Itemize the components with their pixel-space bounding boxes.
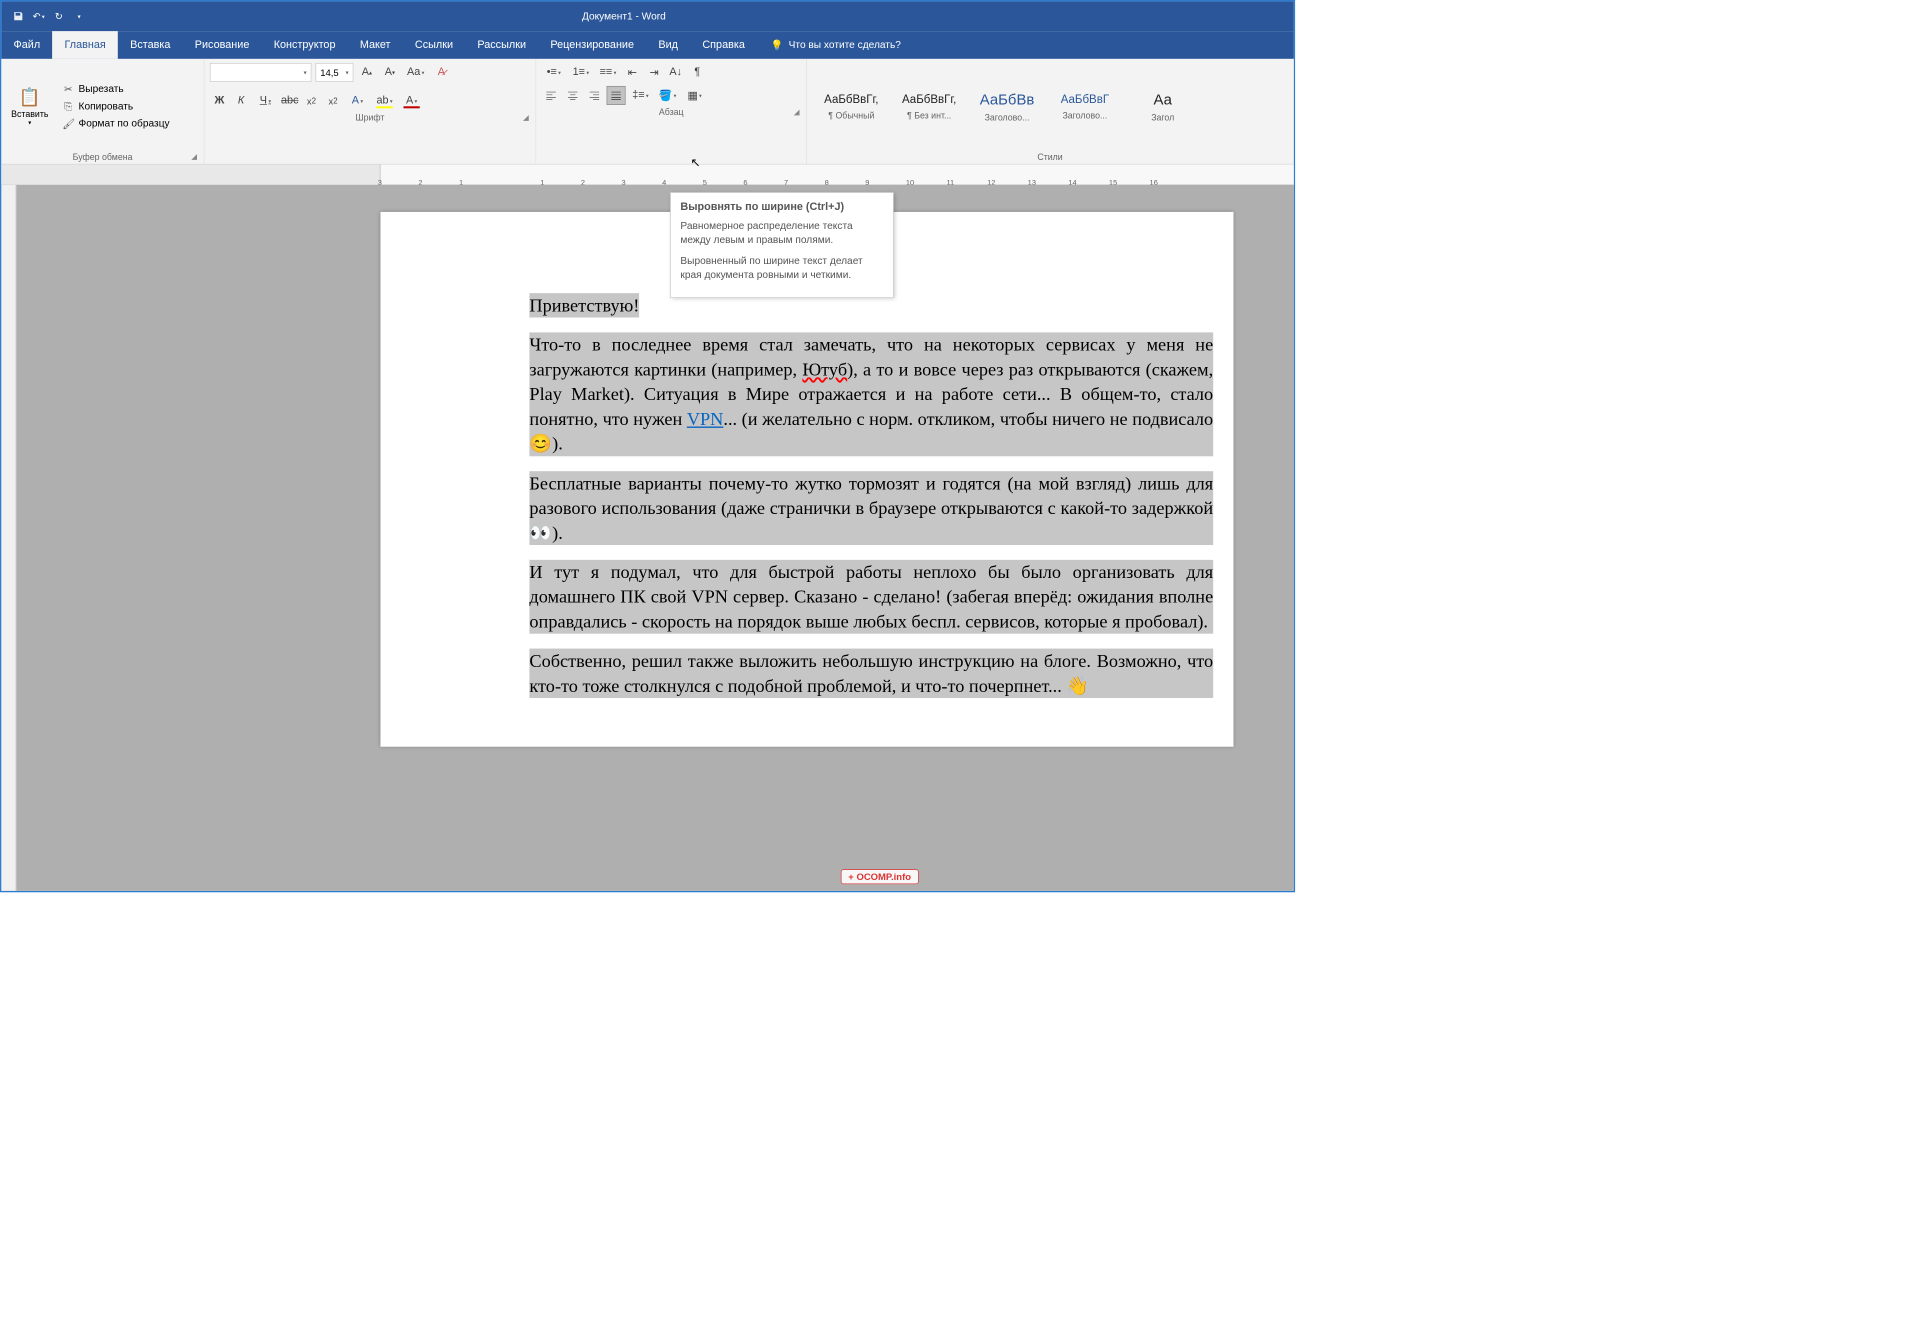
- bold-button[interactable]: Ж: [210, 91, 229, 110]
- redo-button[interactable]: ↻: [49, 4, 69, 28]
- vpn-link[interactable]: VPN: [687, 409, 724, 429]
- group-paragraph: •≡▾ 1≡▾ ≡≡▾ ⇤ ⇥ A↓ ¶: [536, 59, 807, 164]
- font-dialog-launcher[interactable]: ◢: [523, 113, 529, 122]
- sort-button[interactable]: A↓: [666, 63, 685, 82]
- save-icon: [13, 11, 24, 22]
- qat-customize[interactable]: ▾: [69, 4, 89, 28]
- highlight-button[interactable]: ab▾: [372, 91, 396, 110]
- paste-button[interactable]: 📋 Вставить ▾: [7, 63, 53, 150]
- doc-paragraph-1[interactable]: Приветствую!: [529, 293, 639, 318]
- vertical-ruler[interactable]: [1, 185, 16, 891]
- copy-button[interactable]: ⎘ Копировать: [58, 99, 173, 113]
- ribbon: 📋 Вставить ▾ ✂ Вырезать ⎘ Копировать 🖌 Ф…: [1, 59, 1293, 165]
- tab-help[interactable]: Справка: [690, 31, 757, 59]
- lightbulb-icon: 💡: [771, 39, 784, 51]
- copy-icon: ⎘: [62, 101, 74, 113]
- paste-icon: 📋: [19, 86, 41, 107]
- tooltip-line1: Равномерное распределение текста между л…: [680, 219, 883, 247]
- underline-button[interactable]: Ч▾: [253, 91, 277, 110]
- group-label-paragraph: Абзац ◢: [542, 105, 801, 118]
- undo-button[interactable]: ↶▾: [28, 4, 48, 28]
- tell-me-label: Что вы хотите сделать?: [789, 39, 901, 51]
- doc-paragraph-5[interactable]: Собственно, решил также выложить небольш…: [529, 649, 1213, 698]
- tell-me-search[interactable]: 💡 Что вы хотите сделать?: [771, 31, 901, 59]
- tab-draw[interactable]: Рисование: [183, 31, 262, 59]
- style-heading2[interactable]: АаБбВвГ Заголово...: [1046, 63, 1124, 150]
- tooltip-line2: Выровненный по ширине текст делает края …: [680, 254, 883, 282]
- justify-tooltip: Выровнять по ширине (Ctrl+J) Равномерное…: [670, 192, 893, 298]
- justify-icon: [611, 91, 622, 100]
- paste-label: Вставить: [11, 109, 48, 119]
- save-button[interactable]: [8, 4, 28, 28]
- window-title: Документ1 - Word: [89, 10, 1158, 22]
- doc-paragraph-2[interactable]: Что-то в последнее время стал замечать, …: [529, 333, 1213, 456]
- style-normal[interactable]: АаБбВвГг, ¶ Обычный: [812, 63, 890, 150]
- align-center-button[interactable]: [563, 86, 582, 105]
- italic-button[interactable]: К: [232, 91, 251, 110]
- group-label-font: Шрифт ◢: [210, 110, 530, 123]
- style-no-spacing[interactable]: АаБбВвГг, ¶ Без инт...: [890, 63, 968, 150]
- cut-button[interactable]: ✂ Вырезать: [58, 82, 173, 97]
- text-effects-button[interactable]: A▾: [345, 91, 369, 110]
- align-right-icon: [589, 91, 600, 100]
- group-clipboard: 📋 Вставить ▾ ✂ Вырезать ⎘ Копировать 🖌 Ф…: [1, 59, 204, 164]
- style-title[interactable]: Аа Загол: [1124, 63, 1202, 150]
- clipboard-dialog-launcher[interactable]: ◢: [191, 152, 197, 161]
- font-color-button[interactable]: A▾: [399, 91, 423, 110]
- group-styles: АаБбВвГг, ¶ Обычный АаБбВвГг, ¶ Без инт.…: [807, 59, 1294, 164]
- superscript-button[interactable]: x2: [324, 91, 343, 110]
- align-left-icon: [546, 91, 557, 100]
- tooltip-title: Выровнять по ширине (Ctrl+J): [680, 201, 883, 213]
- decrease-indent-button[interactable]: ⇤: [623, 63, 642, 82]
- brush-icon: 🖌: [62, 117, 74, 129]
- borders-button[interactable]: ▦▾: [682, 86, 706, 105]
- multilevel-list-button[interactable]: ≡≡▾: [596, 63, 620, 82]
- tab-home[interactable]: Главная: [52, 31, 118, 59]
- tab-insert[interactable]: Вставка: [118, 31, 183, 59]
- grow-font-button[interactable]: A▴: [357, 63, 376, 82]
- tab-layout[interactable]: Макет: [348, 31, 403, 59]
- bullets-button[interactable]: •≡▾: [542, 63, 566, 82]
- paragraph-dialog-launcher[interactable]: ◢: [794, 108, 800, 117]
- tab-mailings[interactable]: Рассылки: [465, 31, 538, 59]
- tab-file[interactable]: Файл: [1, 31, 52, 59]
- increase-indent-button[interactable]: ⇥: [645, 63, 664, 82]
- shading-button[interactable]: 🪣▾: [655, 86, 679, 105]
- numbering-button[interactable]: 1≡▾: [569, 63, 593, 82]
- tab-review[interactable]: Рецензирование: [538, 31, 646, 59]
- align-right-button[interactable]: [585, 86, 604, 105]
- document-area: Приветствую! Что-то в последнее время ст…: [1, 185, 1293, 891]
- clear-formatting-button[interactable]: A̷: [432, 63, 451, 82]
- line-spacing-button[interactable]: ‡≡▾: [628, 86, 652, 105]
- style-heading1[interactable]: АаБбВв Заголово...: [968, 63, 1046, 150]
- font-size-combo[interactable]: 14,5▾: [315, 63, 353, 82]
- tab-references[interactable]: Ссылки: [403, 31, 466, 59]
- format-painter-button[interactable]: 🖌 Формат по образцу: [58, 116, 173, 131]
- tab-design[interactable]: Конструктор: [262, 31, 348, 59]
- align-left-button[interactable]: [542, 86, 561, 105]
- group-label-styles: Стили: [812, 150, 1287, 163]
- strikethrough-button[interactable]: abc: [280, 91, 299, 110]
- doc-paragraph-4[interactable]: И тут я подумал, что для быстрой работы …: [529, 560, 1213, 634]
- change-case-button[interactable]: Aa▾: [403, 63, 427, 82]
- shrink-font-button[interactable]: A▾: [380, 63, 399, 82]
- scissors-icon: ✂: [62, 83, 74, 95]
- tab-view[interactable]: Вид: [646, 31, 690, 59]
- justify-button[interactable]: [607, 86, 626, 105]
- group-label-clipboard: Буфер обмена ◢: [7, 150, 199, 163]
- spelling-error[interactable]: Ютуб: [802, 359, 847, 379]
- doc-paragraph-3[interactable]: Бесплатные варианты почему-то жутко торм…: [529, 471, 1213, 545]
- watermark-badge: + OCOMP.info: [841, 869, 919, 884]
- title-bar: ↶▾ ↻ ▾ Документ1 - Word: [1, 1, 1293, 31]
- quick-access-toolbar: ↶▾ ↻ ▾: [1, 4, 89, 28]
- subscript-button[interactable]: x2: [302, 91, 321, 110]
- horizontal-ruler[interactable]: 321 12345678910111213141516: [1, 165, 1293, 185]
- font-name-combo[interactable]: ▾: [210, 63, 312, 82]
- ribbon-tabs: Файл Главная Вставка Рисование Конструкт…: [1, 31, 1293, 59]
- show-marks-button[interactable]: ¶: [688, 63, 707, 82]
- group-font: ▾ 14,5▾ A▴ A▾ Aa▾ A̷ Ж К Ч▾ abc x2 x2 A▾…: [204, 59, 536, 164]
- align-center-icon: [567, 91, 578, 100]
